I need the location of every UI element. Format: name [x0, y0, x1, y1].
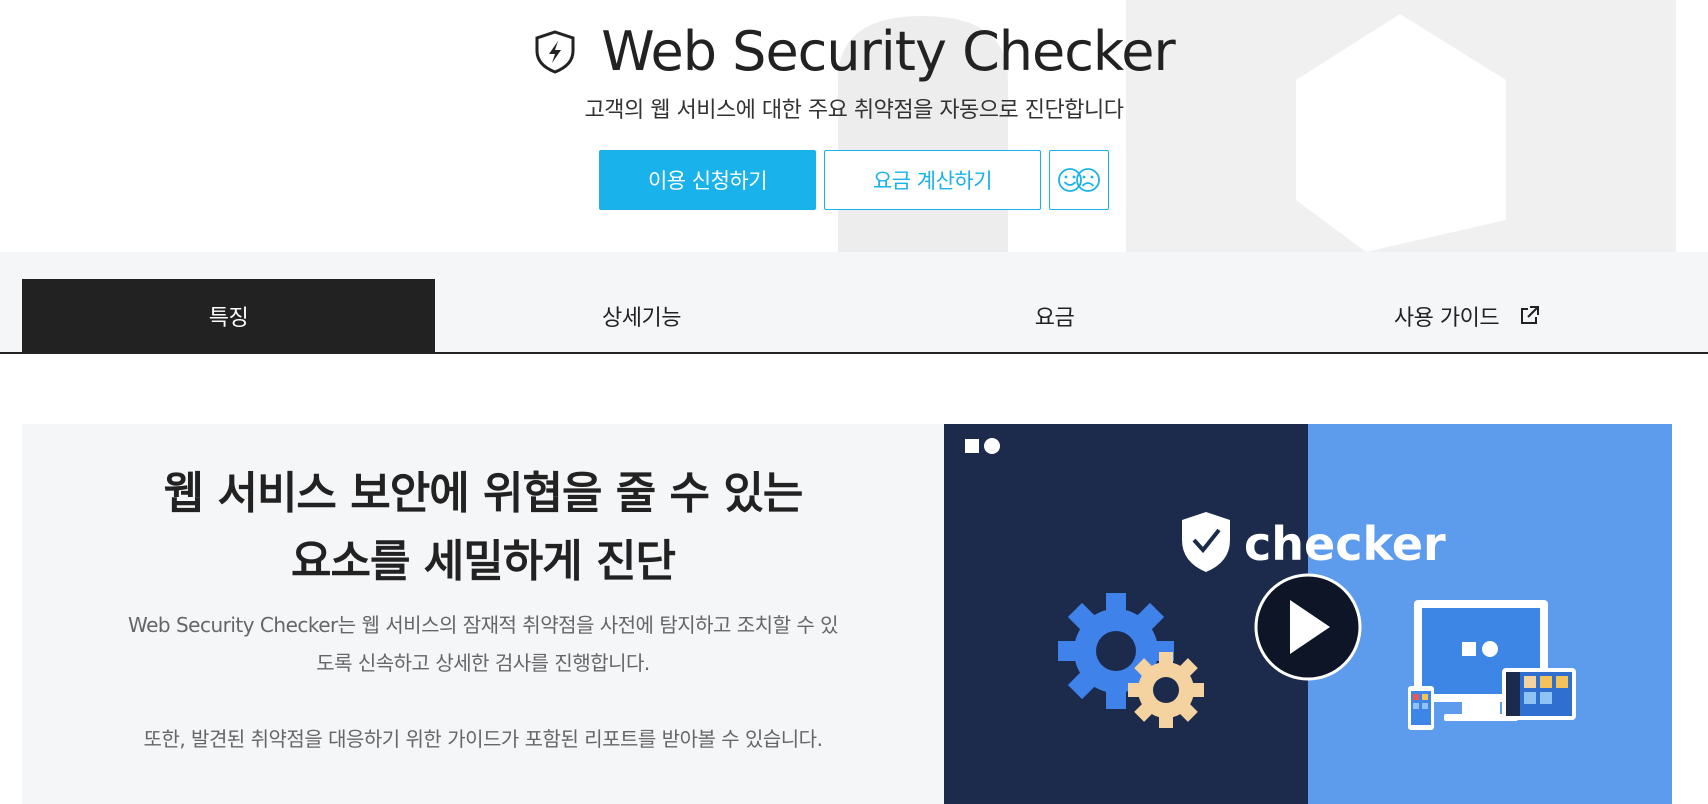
- video-brand-text: checker: [1244, 517, 1446, 571]
- feature-description-paragraph: Web Security Checker는 웹 서비스의 잠재적 취약점을 사전…: [127, 613, 839, 675]
- feature-heading-line2: 요소를 세밀하게 진단: [291, 536, 676, 587]
- tab-bar: 특징 상세기능 요금 사용 가이드: [0, 252, 1708, 354]
- smile-frown-icon: [1058, 168, 1100, 192]
- feature-description-paragraph: 또한, 발견된 취약점을 대응하기 위한 가이드가 포함된 리포트를 받아볼 수…: [143, 727, 823, 751]
- tab-user-guide[interactable]: 사용 가이드: [1261, 279, 1674, 352]
- external-link-icon: [1521, 305, 1540, 324]
- apply-button[interactable]: 이용 신청하기: [599, 150, 816, 210]
- intro-video[interactable]: checker: [944, 424, 1672, 804]
- hero-actions: 이용 신청하기 요금 계산하기: [0, 150, 1708, 210]
- pricing-calculator-button[interactable]: 요금 계산하기: [824, 150, 1041, 210]
- feature-heading: 웹 서비스 보안에 위협을 줄 수 있는 요소를 세밀하게 진단: [22, 460, 944, 596]
- feature-heading-line1: 웹 서비스 보안에 위협을 줄 수 있는: [163, 468, 804, 519]
- play-icon[interactable]: [1254, 573, 1362, 681]
- tab-list: 특징 상세기능 요금 사용 가이드: [22, 279, 1674, 352]
- hero-title-row: Web Security Checker: [0, 20, 1708, 84]
- tab-pricing[interactable]: 요금: [848, 279, 1261, 352]
- feature-intro: 웹 서비스 보안에 위협을 줄 수 있는 요소를 세밀하게 진단 Web Sec…: [22, 424, 944, 804]
- page-subtitle: 고객의 웹 서비스에 대한 주요 취약점을 자동으로 진단합니다: [584, 98, 1124, 123]
- feedback-button[interactable]: [1049, 150, 1109, 210]
- hero-section: Web Security Checker 고객의 웹 서비스에 대한 주요 취약…: [0, 0, 1708, 252]
- feature-description: Web Security Checker는 웹 서비스의 잠재적 취약점을 사전…: [122, 606, 844, 796]
- shield-lightning-icon: [535, 30, 575, 74]
- video-thumbnail: checker: [944, 424, 1672, 804]
- tab-user-guide-label: 사용 가이드: [1393, 305, 1500, 331]
- tab-detailed-features[interactable]: 상세기능: [435, 279, 848, 352]
- tab-features[interactable]: 특징: [22, 279, 435, 352]
- page-title: Web Security Checker: [601, 20, 1175, 83]
